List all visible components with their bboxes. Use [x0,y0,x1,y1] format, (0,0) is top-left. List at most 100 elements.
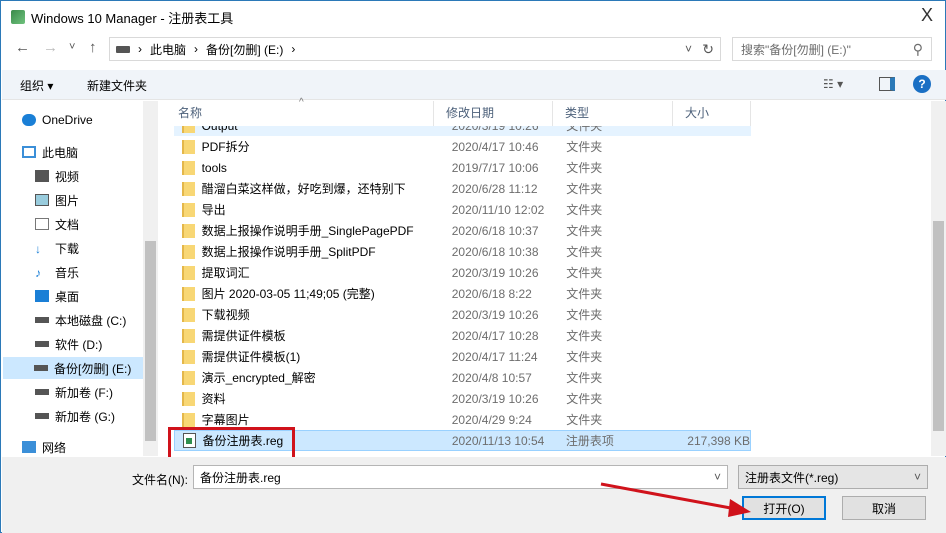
sidebar-item-drive-f[interactable]: 新加卷 (F:) [35,381,143,403]
new-folder-button[interactable]: 新建文件夹 [87,77,147,94]
file-row[interactable]: 下载视频 2020/3/19 10:26 文件夹 [174,304,751,325]
column-header-size[interactable]: 大小 [673,101,751,126]
drive-icon [35,413,49,419]
file-type: 文件夹 [566,203,603,217]
video-icon [35,170,49,182]
file-type: 文件夹 [566,329,603,343]
file-row[interactable]: 导出 2020/11/10 12:02 文件夹 [174,199,751,220]
title-bar: Windows 10 Manager - 注册表工具 [11,7,233,27]
file-row[interactable]: 图片 2020-03-05 11;49;05 (完整) 2020/6/18 8:… [174,283,751,304]
sidebar-item-drive-g[interactable]: 新加卷 (G:) [35,405,143,427]
file-date: 2020/4/17 10:46 [451,139,539,154]
file-row[interactable]: 需提供证件模板 2020/4/17 10:28 文件夹 [174,325,751,346]
file-type: 文件夹 [566,182,603,196]
file-date: 2020/11/10 12:02 [451,202,545,217]
sidebar-item-onedrive[interactable]: OneDrive [22,109,143,131]
view-options-button[interactable]: ☷ ▾ [823,77,843,91]
file-row[interactable]: 需提供证件模板(1) 2020/4/17 11:24 文件夹 [174,346,751,367]
back-button[interactable]: ← [15,39,30,56]
folder-icon [182,328,195,343]
file-name: tools [201,160,227,175]
breadcrumb-drive-e[interactable]: 备份[勿删] (E:) [206,41,283,58]
sidebar-label: 文档 [55,217,80,232]
file-name: 演示_encrypted_解密 [201,371,316,385]
refresh-button[interactable]: ↻ [702,41,714,58]
sort-ascending-icon: ^ [299,97,304,108]
file-type: 文件夹 [566,224,603,238]
recent-locations-button[interactable]: ˅ [69,41,75,53]
sidebar-item-downloads[interactable]: ↓ 下载 [35,237,143,259]
help-button[interactable]: ? [913,75,931,93]
column-header-date[interactable]: 修改日期 [434,101,553,126]
up-button[interactable]: ↑ [89,39,97,56]
forward-button[interactable]: → [43,39,58,56]
sidebar-item-this-pc[interactable]: 此电脑 [22,141,143,163]
file-row[interactable]: 数据上报操作说明手册_SinglePagePDF 2020/6/18 10:37… [174,220,751,241]
file-name: Output [202,126,452,133]
file-name: 下载视频 [201,308,250,322]
address-bar[interactable]: › 此电脑 › 备份[勿删] (E:) › ˅ ↻ [109,37,721,61]
filename-label: 文件名(N): [132,473,188,487]
sidebar-label: 本地磁盘 (C:) [55,313,127,328]
drive-icon [35,389,49,395]
file-date: 2020/4/29 9:24 [451,412,532,427]
filename-value: 备份注册表.reg [200,470,281,485]
file-row[interactable]: 醋溜白菜这样做，好吃到爆，还特别下 2020/6/28 11:12 文件夹 [174,178,751,199]
file-name: 图片 2020-03-05 11;49;05 (完整) [201,287,375,301]
search-input[interactable]: 搜索"备份[勿删] (E:)" ⚲ [732,37,932,61]
file-name: 需提供证件模板 [201,329,286,343]
file-row[interactable]: 资料 2020/3/19 10:26 文件夹 [174,388,751,409]
folder-icon [182,286,195,301]
breadcrumb-separator: › [194,42,199,56]
file-row[interactable]: 提取词汇 2020/3/19 10:26 文件夹 [174,262,751,283]
sidebar-item-drive-c[interactable]: 本地磁盘 (C:) [35,309,143,331]
cloud-icon [22,114,36,126]
preview-pane-button[interactable] [879,77,895,91]
filetype-value: 注册表文件(*.reg) [745,470,839,485]
sidebar-item-drive-d[interactable]: 软件 (D:) [35,333,143,355]
file-row[interactable]: 数据上报操作说明手册_SplitPDF 2020/6/18 10:38 文件夹 [174,241,751,262]
file-name: 需提供证件模板(1) [201,350,301,364]
sidebar-label: 软件 (D:) [55,337,103,352]
file-row[interactable]: 演示_encrypted_解密 2020/4/8 10:57 文件夹 [174,367,751,388]
file-name: 字幕图片 [201,413,250,427]
breadcrumb-this-pc[interactable]: 此电脑 [150,41,186,58]
address-dropdown-button[interactable]: ˅ [685,42,692,56]
sidebar-item-music[interactable]: ♪ 音乐 [35,261,143,283]
window-title: Windows 10 Manager - 注册表工具 [31,10,234,26]
file-date: 2020/6/18 8:22 [451,286,532,301]
organize-button[interactable]: 组织 ▾ [20,77,53,94]
sidebar-scrollbar[interactable] [143,101,158,456]
network-icon [22,441,36,453]
scrollbar-thumb[interactable] [145,241,156,441]
sidebar-item-documents[interactable]: 文档 [35,213,143,235]
cancel-button[interactable]: 取消 [842,496,926,520]
column-header-type[interactable]: 类型 [553,101,673,126]
sidebar-item-drive-e[interactable]: 备份[勿删] (E:) [3,357,143,379]
sidebar-label: 新加卷 (G:) [55,409,115,424]
file-type: 文件夹 [566,287,603,301]
file-name: 醋溜白菜这样做，好吃到爆，还特别下 [201,182,406,196]
file-row[interactable]: Output 2020/3/19 10:26 文件夹 [174,126,751,136]
desktop-icon [35,290,49,302]
file-row[interactable]: tools 2019/7/17 10:06 文件夹 [174,157,751,178]
folder-icon [182,202,195,217]
file-date: 2020/6/18 10:37 [451,223,539,238]
picture-icon [35,194,49,206]
file-type: 文件夹 [566,126,603,133]
computer-icon [22,146,36,158]
file-list-scrollbar[interactable] [931,101,946,456]
file-date: 2019/7/17 10:06 [451,160,539,175]
file-name: 资料 [201,392,226,406]
file-row[interactable]: PDF拆分 2020/4/17 10:46 文件夹 [174,136,751,157]
sidebar-item-network[interactable]: 网络 [22,436,143,456]
sidebar-item-pictures[interactable]: 图片 [35,189,143,211]
sidebar-item-videos[interactable]: 视频 [35,165,143,187]
close-button[interactable]: X [921,5,933,26]
sidebar-item-desktop[interactable]: 桌面 [35,285,143,307]
filetype-select[interactable]: 注册表文件(*.reg) ˅ [738,465,928,489]
folder-icon [182,412,195,427]
scrollbar-thumb[interactable] [933,221,944,431]
file-date: 2020/11/13 10:54 [451,433,545,448]
file-date: 2020/3/19 10:26 [451,265,539,280]
